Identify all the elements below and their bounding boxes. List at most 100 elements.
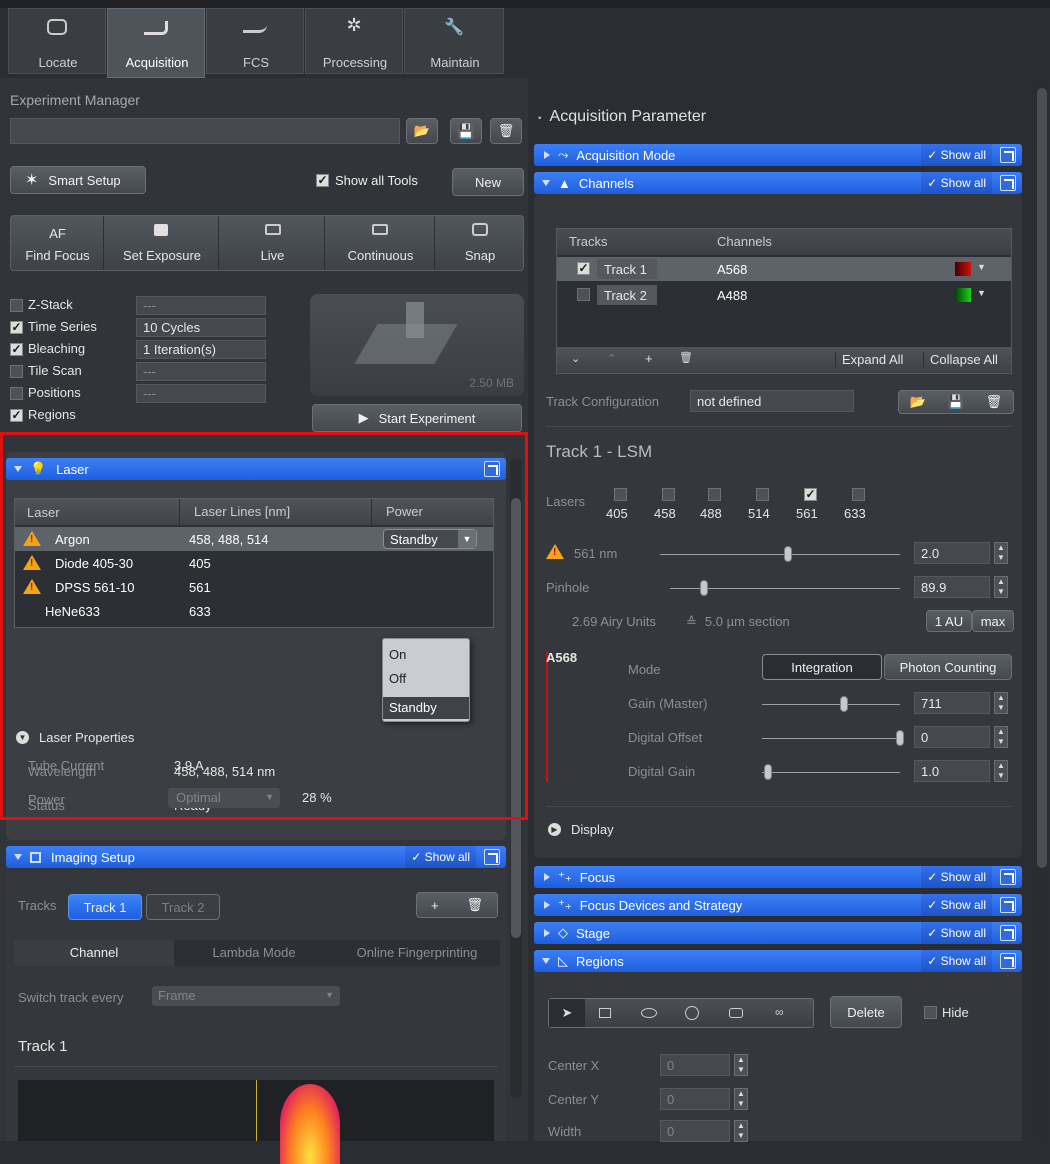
chevron-down-icon[interactable]: ▼ [977, 262, 986, 272]
switch-track-select[interactable]: Frame ▼ [152, 986, 340, 1006]
start-experiment-button[interactable]: ▶ Start Experiment [312, 404, 522, 432]
hide-regions-checkbox[interactable] [924, 1006, 937, 1019]
tab-acquisition[interactable]: Acquisition [107, 8, 205, 78]
digital-gain-slider-knob[interactable] [764, 764, 772, 780]
track2-checkbox[interactable] [577, 288, 590, 301]
photon-counting-button[interactable]: Photon Counting [884, 654, 1012, 680]
popout-icon[interactable] [1000, 869, 1016, 885]
save-experiment-button[interactable]: 💾 [450, 118, 482, 144]
stepper-icon[interactable]: ▲ ▼ [734, 1120, 748, 1142]
table-row[interactable]: Track 2 A488 ▼ [557, 283, 1011, 307]
continuous-button[interactable]: Continuous [326, 216, 435, 270]
add-track-button[interactable]: + 🗑 [416, 892, 498, 918]
laser-633-checkbox[interactable] [852, 488, 865, 501]
track2-color-swatch[interactable] [955, 288, 971, 302]
digital-offset-slider[interactable] [762, 738, 900, 739]
acquisition-mode-header[interactable]: ⤳ Acquisition Mode ✓ Show all [534, 144, 1022, 166]
stepper-icon[interactable]: ▲ ▼ [994, 542, 1008, 564]
new-experiment-button[interactable]: New [452, 168, 524, 196]
width-input[interactable]: 0 [660, 1120, 730, 1142]
tab-fcs[interactable]: FCS [206, 8, 304, 74]
digital-offset-slider-knob[interactable] [896, 730, 904, 746]
gain-slider-knob[interactable] [840, 696, 848, 712]
laser-561-power-value[interactable]: 2.0 [914, 542, 990, 564]
imaging-show-all[interactable]: ✓ Show all [405, 846, 476, 868]
ellipse-tool-icon[interactable] [641, 1008, 657, 1018]
snap-button[interactable]: Snap [436, 216, 524, 270]
display-toggle[interactable]: ▶ Display [548, 820, 614, 838]
popout-icon[interactable] [1000, 953, 1016, 969]
show-all-toggle[interactable]: ✓ Show all [921, 894, 992, 916]
tab-maintain[interactable]: 🔧 Maintain [404, 8, 504, 74]
laser-405-checkbox[interactable] [614, 488, 627, 501]
regions-checkbox[interactable]: ✓ [10, 409, 23, 422]
show-all-toggle[interactable]: ✓ Show all [921, 866, 992, 888]
focus-header[interactable]: ⁺₊ Focus ✓ Show all [534, 866, 1022, 888]
time-series-checkbox[interactable]: ✓ [10, 321, 23, 334]
laser-561-slider-knob[interactable] [784, 546, 792, 562]
tab-locate[interactable]: Locate [8, 8, 106, 74]
gain-slider[interactable] [762, 704, 900, 705]
tab-online-fingerprinting[interactable]: Online Fingerprinting [334, 940, 500, 966]
chevron-down-icon[interactable]: ▼ [977, 288, 986, 298]
track1-checkbox[interactable]: ✓ [577, 262, 590, 275]
delete-experiment-button[interactable]: 🗑 [490, 118, 522, 144]
digital-gain-slider[interactable] [762, 772, 900, 773]
track2-name[interactable]: Track 2 [597, 285, 657, 305]
track1-name[interactable]: Track 1 [597, 259, 657, 279]
integration-mode-button[interactable]: Integration [762, 654, 882, 680]
show-all-toggle[interactable]: ✓ Show all [921, 172, 992, 194]
show-all-tools-checkbox[interactable]: ✓ [316, 174, 329, 187]
right-scrollbar[interactable] [1036, 78, 1048, 1141]
collapse-all-button[interactable]: Collapse All [923, 352, 998, 367]
popout-icon[interactable] [1000, 897, 1016, 913]
digital-offset-value[interactable]: 0 [914, 726, 990, 748]
popout-icon[interactable] [1000, 175, 1016, 191]
delete-region-button[interactable]: Delete [830, 996, 902, 1028]
popout-icon[interactable] [1000, 147, 1016, 163]
open-config-button[interactable]: 📂 💾 🗑 [898, 390, 1014, 414]
smart-setup-button[interactable]: ✶ Smart Setup [10, 166, 146, 194]
popout-icon[interactable] [484, 849, 500, 865]
laser-488-checkbox[interactable] [708, 488, 721, 501]
imaging-setup-header[interactable]: Imaging Setup ✓ Show all [6, 846, 506, 868]
show-all-toggle[interactable]: ✓ Show all [921, 144, 992, 166]
pointer-tool-icon[interactable]: ➤ [549, 999, 585, 1027]
freehand-tool-icon[interactable]: ∞ [775, 1005, 784, 1019]
bleaching-value[interactable]: 1 Iteration(s) [136, 340, 266, 359]
track-config-input[interactable]: not defined [690, 390, 854, 412]
one-airy-unit-button[interactable]: 1 AU [926, 610, 972, 632]
channels-header[interactable]: ▲ Channels ✓ Show all [534, 172, 1022, 194]
polygon-tool-icon[interactable] [729, 1008, 743, 1018]
stepper-icon[interactable]: ▲ ▼ [734, 1054, 748, 1076]
rectangle-tool-icon[interactable] [599, 1008, 611, 1018]
stepper-icon[interactable]: ▲ ▼ [994, 760, 1008, 782]
track1-color-swatch[interactable] [955, 262, 971, 276]
show-all-toggle[interactable]: ✓ Show all [921, 922, 992, 944]
center-x-input[interactable]: 0 [660, 1054, 730, 1076]
center-y-input[interactable]: 0 [660, 1088, 730, 1110]
experiment-name-input[interactable] [10, 118, 400, 144]
track1-button[interactable]: Track 1 [68, 894, 142, 920]
positions-checkbox[interactable] [10, 387, 23, 400]
time-series-value[interactable]: 10 Cycles [136, 318, 266, 337]
pinhole-value[interactable]: 89.9 [914, 576, 990, 598]
circle-tool-icon[interactable] [685, 1006, 699, 1020]
stage-header[interactable]: ◇ Stage ✓ Show all [534, 922, 1022, 944]
laser-514-checkbox[interactable] [756, 488, 769, 501]
digital-gain-value[interactable]: 1.0 [914, 760, 990, 782]
add-track-icon[interactable]: + [645, 351, 653, 366]
trash-icon[interactable]: 🗑 [679, 351, 693, 364]
laser-561-checkbox[interactable]: ✓ [804, 488, 817, 501]
regions-header[interactable]: ◺ Regions ✓ Show all [534, 950, 1022, 972]
laser-458-checkbox[interactable] [662, 488, 675, 501]
show-all-toggle[interactable]: ✓ Show all [921, 950, 992, 972]
move-up-icon[interactable]: ⌃ [607, 352, 616, 365]
open-experiment-button[interactable]: 📂 [406, 118, 438, 144]
table-row[interactable]: ✓ Track 1 A568 ▼ [557, 257, 1011, 281]
z-stack-checkbox[interactable] [10, 299, 23, 312]
move-down-icon[interactable]: ⌄ [571, 352, 580, 365]
stepper-icon[interactable]: ▲ ▼ [734, 1088, 748, 1110]
scroll-thumb[interactable] [1037, 88, 1047, 868]
focus-devices-header[interactable]: ⁺₊ Focus Devices and Strategy ✓ Show all [534, 894, 1022, 916]
